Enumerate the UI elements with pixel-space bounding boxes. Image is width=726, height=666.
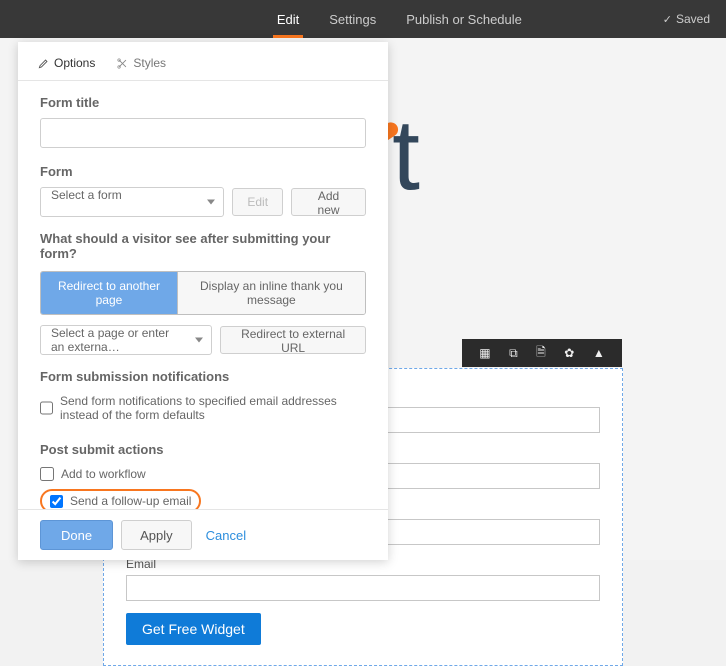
panel-tab-styles[interactable]: Styles: [109, 50, 174, 80]
panel-footer: Done Apply Cancel: [18, 509, 388, 560]
after-submit-question: What should a visitor see after submitti…: [40, 231, 366, 261]
panel-body: Form title Form Select a form Edit Add n…: [18, 81, 388, 509]
scissors-icon: [117, 58, 128, 69]
notif-checkbox-row[interactable]: Send form notifications to specified ema…: [40, 394, 366, 422]
topbar-tabs: Edit Settings Publish or Schedule: [157, 0, 522, 38]
workflow-checkbox[interactable]: [40, 467, 54, 481]
workflow-checkbox-row[interactable]: Add to workflow: [40, 467, 366, 481]
panel-tab-options-label: Options: [54, 56, 95, 70]
redirect-page-select[interactable]: Select a page or enter an externa…: [40, 325, 212, 355]
post-submit-heading: Post submit actions: [40, 442, 366, 457]
notif-checkbox-label: Send form notifications to specified ema…: [60, 394, 366, 422]
tab-edit[interactable]: Edit: [277, 0, 299, 38]
tab-publish[interactable]: Publish or Schedule: [406, 0, 522, 38]
doc-icon[interactable]: 🗎: [536, 343, 546, 364]
followup-highlight: Send a follow-up email: [40, 489, 201, 509]
after-submit-toggle: Redirect to another page Display an inli…: [40, 271, 366, 315]
form-select-text: Select a form: [51, 188, 122, 202]
person-icon[interactable]: ▲: [593, 346, 605, 360]
form-label: Form: [40, 164, 366, 179]
topbar: Edit Settings Publish or Schedule ✓ Save…: [0, 0, 726, 38]
followup-checkbox-label: Send a follow-up email: [70, 494, 191, 508]
form-add-new-button[interactable]: Add new: [291, 188, 366, 216]
form-select[interactable]: Select a form: [40, 187, 224, 217]
form-title-input[interactable]: [40, 118, 366, 148]
panel-tab-styles-label: Styles: [133, 56, 166, 70]
followup-checkbox[interactable]: [50, 495, 63, 508]
notif-checkbox[interactable]: [40, 401, 53, 415]
side-panel: Options Styles Form title Form Select a …: [18, 42, 388, 560]
preview-submit-button[interactable]: Get Free Widget: [126, 613, 261, 645]
saved-label: Saved: [676, 12, 710, 26]
done-button[interactable]: Done: [40, 520, 113, 550]
copy-icon[interactable]: ⧉: [509, 346, 518, 361]
panel-tabs: Options Styles: [18, 42, 388, 81]
image-icon[interactable]: ▦: [479, 346, 490, 360]
saved-status: ✓ Saved: [663, 12, 710, 26]
form-title-label: Form title: [40, 95, 366, 110]
logo-letter: t: [392, 98, 420, 213]
panel-tab-options[interactable]: Options: [30, 50, 103, 80]
redirect-toggle[interactable]: Redirect to another page: [41, 272, 177, 314]
apply-button[interactable]: Apply: [121, 520, 192, 550]
notifications-heading: Form submission notifications: [40, 369, 366, 384]
workflow-checkbox-label: Add to workflow: [61, 467, 146, 481]
redirect-external-button[interactable]: Redirect to external URL: [220, 326, 366, 354]
check-icon: ✓: [663, 13, 672, 26]
email-input[interactable]: [126, 575, 600, 601]
preview-toolbar: ▦ ⧉ 🗎 ✿ ▲: [462, 339, 622, 367]
caret-icon: [195, 338, 203, 343]
gear-icon[interactable]: ✿: [564, 346, 574, 360]
cancel-link[interactable]: Cancel: [206, 528, 246, 543]
inline-toggle[interactable]: Display an inline thank you message: [178, 272, 365, 314]
tab-settings[interactable]: Settings: [329, 0, 376, 38]
pencil-icon: [38, 58, 49, 69]
form-edit-button: Edit: [232, 188, 283, 216]
caret-icon: [207, 200, 215, 205]
redirect-page-text: Select a page or enter an externa…: [51, 326, 169, 354]
